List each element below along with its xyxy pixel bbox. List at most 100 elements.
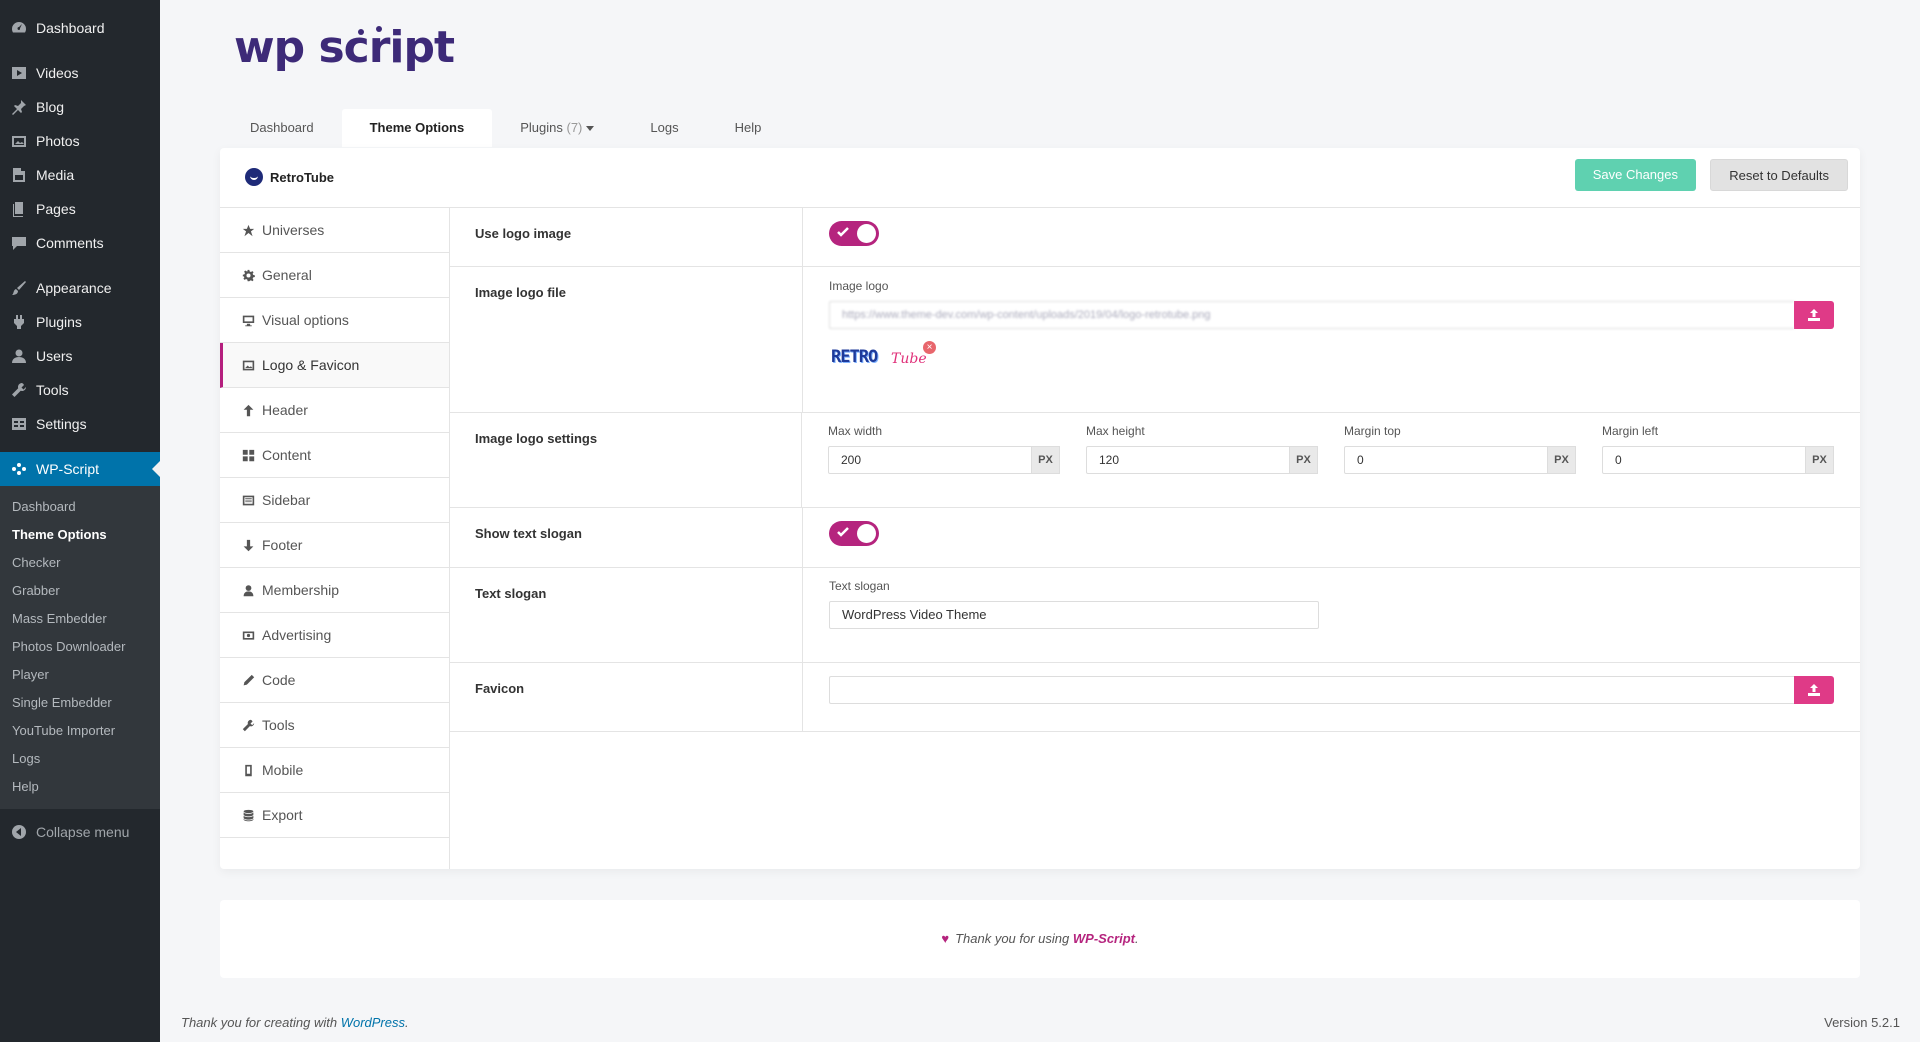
submenu-photos-downloader[interactable]: Photos Downloader bbox=[0, 633, 160, 661]
submenu-player[interactable]: Player bbox=[0, 661, 160, 689]
row-label: Text slogan bbox=[450, 568, 803, 662]
sidebar-item-label: Plugins bbox=[36, 314, 82, 330]
submenu-grabber[interactable]: Grabber bbox=[0, 577, 160, 605]
photos-icon bbox=[10, 132, 28, 150]
sidebar-item-appearance[interactable]: Appearance bbox=[0, 271, 160, 305]
nav-mobile[interactable]: Mobile bbox=[220, 748, 449, 793]
nav-content[interactable]: Content bbox=[220, 433, 449, 478]
favicon-url-input[interactable] bbox=[829, 676, 1794, 704]
submenu-help[interactable]: Help bbox=[0, 773, 160, 801]
submenu-single-embedder[interactable]: Single Embedder bbox=[0, 689, 160, 717]
arrow-down-icon bbox=[240, 539, 256, 552]
row-label: Use logo image bbox=[450, 208, 803, 266]
submenu-logs[interactable]: Logs bbox=[0, 745, 160, 773]
sidebar-item-wp-script[interactable]: WP-Script bbox=[0, 452, 160, 486]
collapse-menu-button[interactable]: Collapse menu bbox=[0, 815, 160, 849]
theme-name: RetroTube bbox=[270, 169, 335, 185]
tab-theme-options[interactable]: Theme Options bbox=[341, 109, 493, 147]
sidebar-item-users[interactable]: Users bbox=[0, 339, 160, 373]
margin-top-input[interactable]: 0 bbox=[1344, 446, 1548, 474]
pencil-icon bbox=[240, 674, 256, 687]
use-logo-toggle[interactable] bbox=[829, 221, 879, 246]
upload-icon bbox=[1808, 309, 1820, 321]
wp-footer-pre: Thank you for creating with bbox=[181, 1015, 341, 1030]
nav-footer[interactable]: Footer bbox=[220, 523, 449, 568]
row-text-slogan: Text slogan Text slogan WordPress Video … bbox=[450, 568, 1860, 663]
reset-defaults-button[interactable]: Reset to Defaults bbox=[1710, 159, 1848, 191]
toggle-knob bbox=[857, 224, 876, 243]
nav-label: Visual options bbox=[262, 312, 349, 328]
tab-plugins[interactable]: Plugins (7) bbox=[492, 109, 622, 147]
tab-help[interactable]: Help bbox=[707, 109, 790, 147]
thanks-footer: ♥ Thank you for using WP-Script. bbox=[220, 900, 1860, 978]
tab-dashboard[interactable]: Dashboard bbox=[222, 109, 342, 147]
save-changes-button[interactable]: Save Changes bbox=[1574, 159, 1696, 191]
main-tabs: Dashboard Theme Options Plugins (7) Logs… bbox=[222, 109, 789, 147]
field-label: Max height bbox=[1086, 424, 1145, 438]
admin-sidebar: Dashboard Videos Blog Photos Media Pages… bbox=[0, 0, 160, 1042]
nav-header[interactable]: Header bbox=[220, 388, 449, 433]
sidebar-item-photos[interactable]: Photos bbox=[0, 124, 160, 158]
check-icon bbox=[837, 527, 849, 537]
nav-label: Content bbox=[262, 447, 312, 463]
row-use-logo: Use logo image bbox=[450, 208, 1860, 267]
nav-tools[interactable]: Tools bbox=[220, 703, 449, 748]
wp-script-logo: wp script bbox=[234, 22, 455, 73]
sidebar-item-label: Dashboard bbox=[36, 20, 105, 36]
submenu-mass-embedder[interactable]: Mass Embedder bbox=[0, 605, 160, 633]
options-rows: Use logo image Image logo file Image log… bbox=[450, 208, 1860, 732]
margin-left-input[interactable]: 0 bbox=[1602, 446, 1806, 474]
nav-advertising[interactable]: Advertising bbox=[220, 613, 449, 658]
submenu-theme-options[interactable]: Theme Options bbox=[0, 521, 160, 549]
nav-export[interactable]: Export bbox=[220, 793, 449, 838]
options-nav: Universes General Visual options Logo & … bbox=[220, 208, 450, 869]
sidebar-item-videos[interactable]: Videos bbox=[0, 56, 160, 90]
nav-general[interactable]: General bbox=[220, 253, 449, 298]
logo-text: wp script bbox=[234, 22, 455, 73]
upload-logo-button[interactable] bbox=[1794, 301, 1834, 329]
nav-universes[interactable]: Universes bbox=[220, 208, 449, 253]
sidebar-item-comments[interactable]: Comments bbox=[0, 226, 160, 260]
media-icon bbox=[10, 166, 28, 184]
px-unit: PX bbox=[1290, 446, 1318, 474]
star-icon bbox=[240, 224, 256, 237]
sidebar-item-blog[interactable]: Blog bbox=[0, 90, 160, 124]
sidebar-item-pages[interactable]: Pages bbox=[0, 192, 160, 226]
sidebar-item-dashboard[interactable]: Dashboard bbox=[0, 11, 160, 45]
tab-label: Theme Options bbox=[369, 120, 465, 135]
upload-favicon-button[interactable] bbox=[1794, 676, 1834, 704]
show-slogan-toggle[interactable] bbox=[829, 521, 879, 546]
sidebar-item-label: Media bbox=[36, 167, 75, 183]
submenu-dashboard[interactable]: Dashboard bbox=[0, 493, 160, 521]
nav-code[interactable]: Code bbox=[220, 658, 449, 703]
sidebar-item-media[interactable]: Media bbox=[0, 158, 160, 192]
logo-url-input[interactable]: https://www.theme-dev.com/wp-content/upl… bbox=[829, 301, 1794, 329]
tab-logs[interactable]: Logs bbox=[622, 109, 706, 147]
max-height-input[interactable]: 120 bbox=[1086, 446, 1290, 474]
nav-membership[interactable]: Membership bbox=[220, 568, 449, 613]
toggle-knob bbox=[857, 524, 876, 543]
remove-logo-icon[interactable]: × bbox=[923, 341, 936, 354]
nav-label: Footer bbox=[262, 537, 303, 553]
submenu-checker[interactable]: Checker bbox=[0, 549, 160, 577]
nav-visual-options[interactable]: Visual options bbox=[220, 298, 449, 343]
wrench-icon bbox=[10, 381, 28, 399]
panel-header: RetroTube Save Changes Reset to Defaults bbox=[220, 148, 1860, 208]
nav-sidebar[interactable]: Sidebar bbox=[220, 478, 449, 523]
thanks-end: . bbox=[1135, 931, 1139, 946]
sidebar-icon bbox=[240, 494, 256, 507]
sidebar-item-plugins[interactable]: Plugins bbox=[0, 305, 160, 339]
text-slogan-input[interactable]: WordPress Video Theme bbox=[829, 601, 1319, 629]
max-width-input[interactable]: 200 bbox=[828, 446, 1032, 474]
sidebar-item-tools[interactable]: Tools bbox=[0, 373, 160, 407]
nav-label: Code bbox=[262, 672, 296, 688]
sidebar-item-label: Appearance bbox=[36, 280, 112, 296]
wordpress-link[interactable]: WordPress bbox=[341, 1015, 405, 1030]
sidebar-item-settings[interactable]: Settings bbox=[0, 407, 160, 441]
nav-logo-favicon[interactable]: Logo & Favicon bbox=[220, 343, 449, 388]
submenu-youtube-importer[interactable]: YouTube Importer bbox=[0, 717, 160, 745]
database-icon bbox=[240, 809, 256, 822]
gear-icon bbox=[240, 269, 256, 282]
wp-script-link[interactable]: WP-Script bbox=[1073, 931, 1135, 946]
row-label: Image logo file bbox=[450, 267, 803, 412]
